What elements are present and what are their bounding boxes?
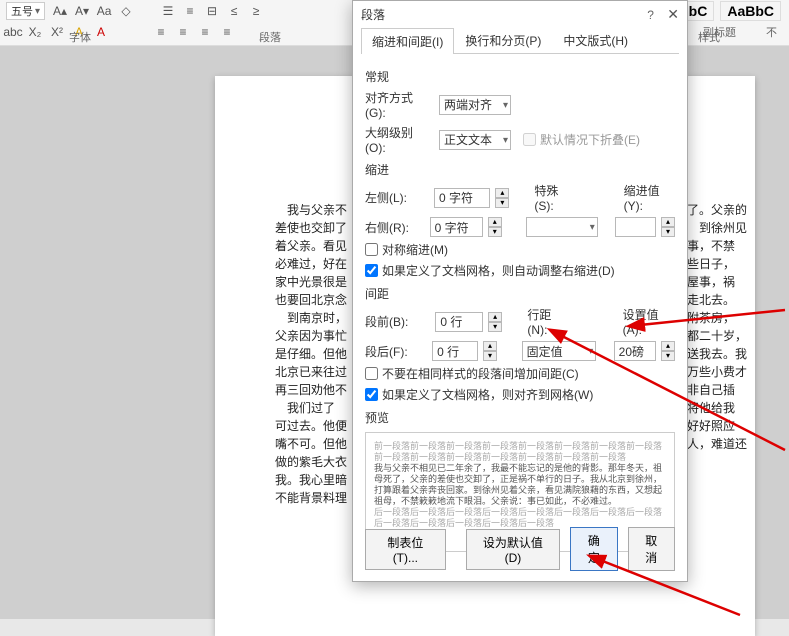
collapse-label: 默认情况下折叠(E) [540,131,640,148]
spin-up-icon[interactable]: ▴ [661,217,675,227]
change-case-icon[interactable]: Aa [97,4,111,18]
dialog-tabs: 缩进和间距(I) 换行和分页(P) 中文版式(H) [361,27,679,54]
document-text-left: 我与父亲不差使也交卸了着父亲。看见必难过，好在家中光景很是也要回北京念 到南京时… [275,201,360,507]
close-icon[interactable]: ✕ [667,6,679,22]
section-preview: 预览 [365,409,675,426]
spin-down-icon[interactable]: ▾ [661,227,675,237]
spin-up-icon[interactable]: ▴ [483,341,497,351]
nospace-same-style-checkbox[interactable] [365,367,378,380]
line-spacing-label: 行距(N): [527,306,569,337]
section-spacing: 间距 [365,285,675,302]
spin-down-icon[interactable]: ▾ [488,322,502,332]
space-after-input[interactable]: 0 行 [432,341,478,361]
outline-level-select[interactable]: 正文文本▾ [439,130,511,150]
special-label: 特殊(S): [534,182,574,213]
spin-down-icon[interactable]: ▾ [495,198,509,208]
mirror-indent-checkbox[interactable] [365,243,378,256]
multilevel-icon[interactable]: ⊟ [205,4,219,18]
font-size-selector[interactable]: 五号▾ [6,2,45,20]
indent-value-input[interactable] [615,217,656,237]
indent-left-label: 左侧(L): [365,189,428,206]
autogrid-indent-checkbox[interactable] [365,264,378,277]
alignment-label: 对齐方式(G): [365,89,433,120]
spin-up-icon[interactable]: ▴ [488,312,502,322]
numbering-icon[interactable]: ≡ [183,4,197,18]
increase-indent-icon[interactable]: ≥ [249,4,263,18]
cancel-button[interactable]: 取消 [628,527,675,571]
style-item[interactable]: AaBbC [720,1,781,21]
collapse-checkbox [523,133,536,146]
spin-down-icon[interactable]: ▾ [483,351,497,361]
clear-format-icon[interactable]: ◇ [119,4,133,18]
tab-indent-spacing[interactable]: 缩进和间距(I) [361,28,454,54]
set-default-button[interactable]: 设为默认值(D) [466,529,560,570]
autogrid-indent-label: 如果定义了文档网格，则自动调整右缩进(D) [382,262,615,279]
alignment-select[interactable]: 两端对齐▾ [439,95,511,115]
tabs-button[interactable]: 制表位(T)... [365,529,446,570]
document-text-right: 了。父亲的 到徐州见事，不禁些日子，屋事，祸走北去。附茶房，都二十岁，送我去。我… [687,201,785,453]
spin-down-icon[interactable]: ▾ [661,351,675,361]
indent-value-label: 缩进值(Y): [624,182,675,213]
bullets-icon[interactable]: ☰ [161,4,175,18]
section-indent: 缩进 [365,161,675,178]
special-select[interactable]: ▾ [526,217,598,237]
section-general: 常规 [365,68,675,85]
spin-up-icon[interactable]: ▴ [495,188,509,198]
spin-up-icon[interactable]: ▴ [488,217,502,227]
indent-right-label: 右侧(R): [365,219,424,236]
group-label-paragraph: 段落 [160,29,380,45]
outline-level-label: 大纲级别(O): [365,124,433,155]
ok-button[interactable]: 确定 [570,527,617,571]
indent-left-input[interactable]: 0 字符 [434,188,490,208]
space-before-input[interactable]: 0 行 [435,312,483,332]
nospace-same-style-label: 不要在相同样式的段落间增加间距(C) [382,365,579,382]
space-before-label: 段前(B): [365,313,429,330]
indent-right-input[interactable]: 0 字符 [430,217,483,237]
spin-down-icon[interactable]: ▾ [488,227,502,237]
line-spacing-select[interactable]: 固定值▾ [522,341,597,361]
setat-label: 设置值(A): [623,306,675,337]
help-icon[interactable]: ? [647,8,654,22]
tab-asian-typography[interactable]: 中文版式(H) [552,27,639,53]
dialog-title: 段落 [361,6,385,23]
mirror-indent-label: 对称缩进(M) [382,241,448,258]
tab-line-page-breaks[interactable]: 换行和分页(P) [454,27,552,53]
decrease-font-icon[interactable]: A▾ [75,4,89,18]
group-label-font: 字体 [0,29,160,45]
snap-grid-checkbox[interactable] [365,388,378,401]
spin-up-icon[interactable]: ▴ [661,341,675,351]
decrease-indent-icon[interactable]: ≤ [227,4,241,18]
space-after-label: 段后(F): [365,343,426,360]
setat-input[interactable]: 20磅 [614,341,656,361]
snap-grid-label: 如果定义了文档网格，则对齐到网格(W) [382,386,593,403]
increase-font-icon[interactable]: A▴ [53,4,67,18]
paragraph-dialog: 段落 ? ✕ 缩进和间距(I) 换行和分页(P) 中文版式(H) 常规 对齐方式… [352,0,688,582]
